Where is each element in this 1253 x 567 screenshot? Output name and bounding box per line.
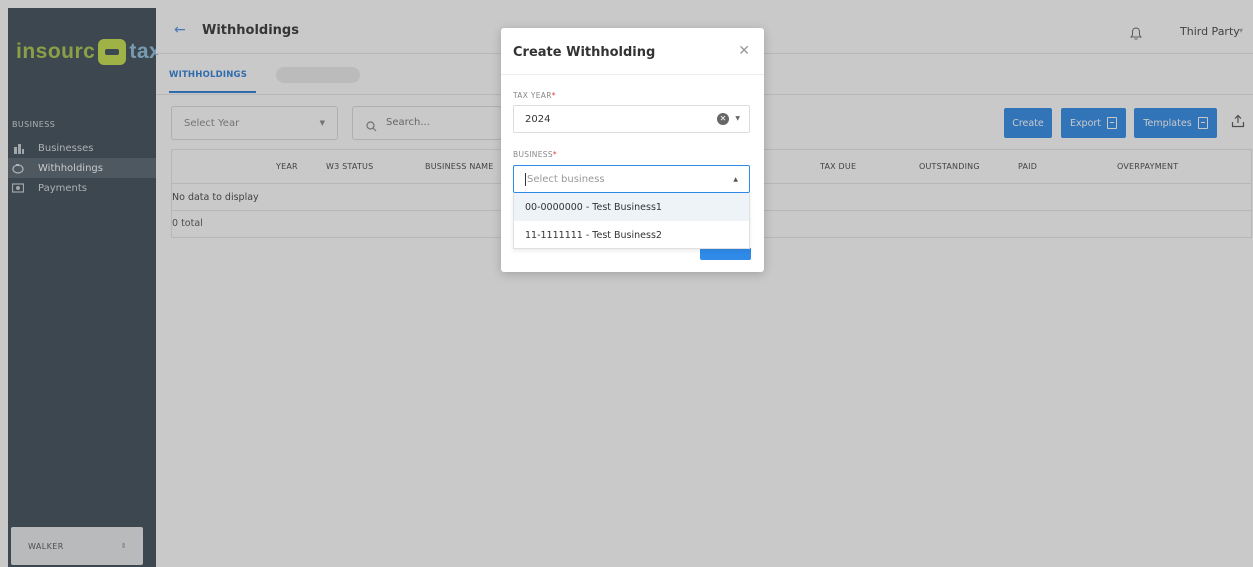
business-label-text: BUSINESS bbox=[513, 150, 553, 159]
tax-year-label-text: TAX YEAR bbox=[513, 91, 552, 100]
business-option[interactable]: 00-0000000 - Test Business1 bbox=[514, 193, 749, 221]
dialog-title: Create Withholding bbox=[513, 45, 656, 60]
required-marker: * bbox=[552, 150, 557, 159]
text-cursor bbox=[525, 173, 526, 186]
tax-year-select[interactable]: 2024 ✕ ▼ bbox=[513, 105, 750, 133]
business-select[interactable]: Select business ▲ bbox=[513, 165, 750, 193]
required-marker: * bbox=[551, 91, 556, 100]
business-label: BUSINESS* bbox=[513, 150, 557, 159]
clear-icon[interactable]: ✕ bbox=[717, 113, 729, 125]
business-dropdown: 00-0000000 - Test Business1 11-1111111 -… bbox=[513, 193, 750, 249]
tax-year-label: TAX YEAR* bbox=[513, 91, 556, 100]
save-button[interactable] bbox=[700, 248, 751, 260]
chevron-down-icon[interactable]: ▼ bbox=[735, 115, 740, 122]
business-option[interactable]: 11-1111111 - Test Business2 bbox=[514, 221, 749, 249]
tax-year-value: 2024 bbox=[525, 114, 551, 125]
business-select-placeholder: Select business bbox=[527, 174, 605, 185]
chevron-up-icon[interactable]: ▲ bbox=[733, 176, 738, 183]
dialog-divider bbox=[501, 74, 764, 75]
close-icon[interactable]: ✕ bbox=[738, 43, 750, 59]
